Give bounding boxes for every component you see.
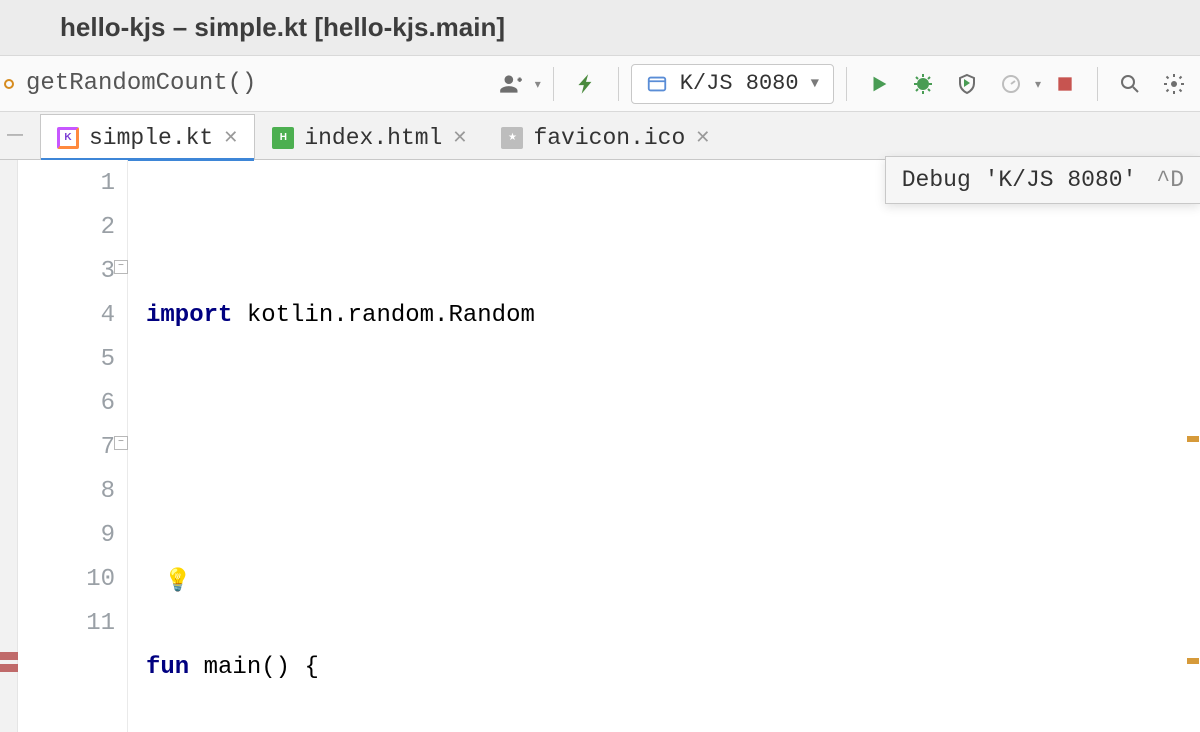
toolbar-separator <box>846 67 847 101</box>
toolbar-separator <box>618 67 619 101</box>
window-title: hello-kjs – simple.kt [hello-kjs.main] <box>60 12 505 43</box>
code-editor[interactable]: 1 2 3 4 5 6 7 8 9 10 11 − − import kotli… <box>0 160 1200 732</box>
dropdown-caret-icon[interactable]: ▾ <box>535 77 541 91</box>
tab-index-html[interactable]: index.html ✕ <box>255 114 484 160</box>
line-number[interactable]: 5 <box>18 338 115 382</box>
coverage-button[interactable] <box>947 64 987 104</box>
fold-toggle-icon[interactable]: − <box>114 436 128 450</box>
line-number[interactable]: 8 <box>18 470 115 514</box>
close-icon[interactable]: ✕ <box>695 127 710 149</box>
fold-toggle-icon[interactable]: − <box>114 260 128 274</box>
warning-marker[interactable] <box>1187 436 1199 442</box>
tab-simple-kt[interactable]: simple.kt ✕ <box>40 114 255 160</box>
breadcrumb-marker-icon <box>4 79 14 89</box>
toolbar-separator <box>553 67 554 101</box>
error-stripe[interactable] <box>1186 160 1200 732</box>
close-icon[interactable]: ✕ <box>223 127 238 149</box>
toolbar-separator <box>1097 67 1098 101</box>
code-text: kotlin.random.Random <box>232 302 534 329</box>
editor-tabs: — simple.kt ✕ index.html ✕ favicon.ico ✕ <box>0 112 1200 160</box>
kw-fun: fun <box>146 654 189 681</box>
line-number[interactable]: 7 <box>18 426 115 470</box>
line-number[interactable]: 6 <box>18 382 115 426</box>
warning-marker[interactable] <box>1187 658 1199 664</box>
tab-favicon-ico[interactable]: favicon.ico ✕ <box>484 114 727 160</box>
change-marker <box>0 664 18 672</box>
tab-label: index.html <box>304 125 442 151</box>
run-configuration-label: K/JS 8080 <box>680 71 799 96</box>
line-number-gutter[interactable]: 1 2 3 4 5 6 7 8 9 10 11 − − <box>18 160 128 732</box>
dropdown-caret-icon[interactable]: ▾ <box>1035 77 1041 91</box>
run-button[interactable] <box>859 64 899 104</box>
code-area[interactable]: import kotlin.random.Random fun main() {… <box>128 160 1200 732</box>
breadcrumb-function[interactable]: getRandomCount() <box>24 70 256 97</box>
tab-label: simple.kt <box>89 125 213 151</box>
run-configuration-selector[interactable]: K/JS 8080 ▼ <box>631 64 834 104</box>
fn-name: main <box>204 654 262 681</box>
main-toolbar: getRandomCount() ▾ K/JS 8080 ▼ ▾ <box>0 56 1200 112</box>
kw-import: import <box>146 302 232 329</box>
line-number[interactable]: 3 <box>18 250 115 294</box>
line-number[interactable]: 9 <box>18 514 115 558</box>
build-button[interactable] <box>566 64 606 104</box>
tab-label: favicon.ico <box>533 125 685 151</box>
chevron-down-icon: ▼ <box>811 76 819 92</box>
kotlin-file-icon <box>57 127 79 149</box>
close-icon[interactable]: ✕ <box>452 127 467 149</box>
search-button[interactable] <box>1110 64 1150 104</box>
settings-button[interactable] <box>1154 64 1194 104</box>
line-number[interactable]: 11 <box>18 602 115 646</box>
code-text: () { <box>261 654 319 681</box>
left-marker-stripe <box>0 160 18 732</box>
collapse-gutter-button[interactable]: — <box>0 120 30 150</box>
line-number[interactable]: 4 <box>18 294 115 338</box>
line-number[interactable]: 10 <box>18 558 115 602</box>
profile-button[interactable] <box>991 64 1031 104</box>
window-title-bar: hello-kjs – simple.kt [hello-kjs.main] <box>0 0 1200 56</box>
stop-button[interactable] <box>1045 64 1085 104</box>
line-number[interactable]: 1 <box>18 162 115 206</box>
code-with-me-button[interactable] <box>491 64 531 104</box>
html-file-icon <box>272 127 294 149</box>
ico-file-icon <box>501 127 523 149</box>
debug-button[interactable] <box>903 64 943 104</box>
intention-bulb-icon[interactable]: 💡 <box>164 560 186 582</box>
change-marker <box>0 652 18 660</box>
line-number[interactable]: 2 <box>18 206 115 250</box>
